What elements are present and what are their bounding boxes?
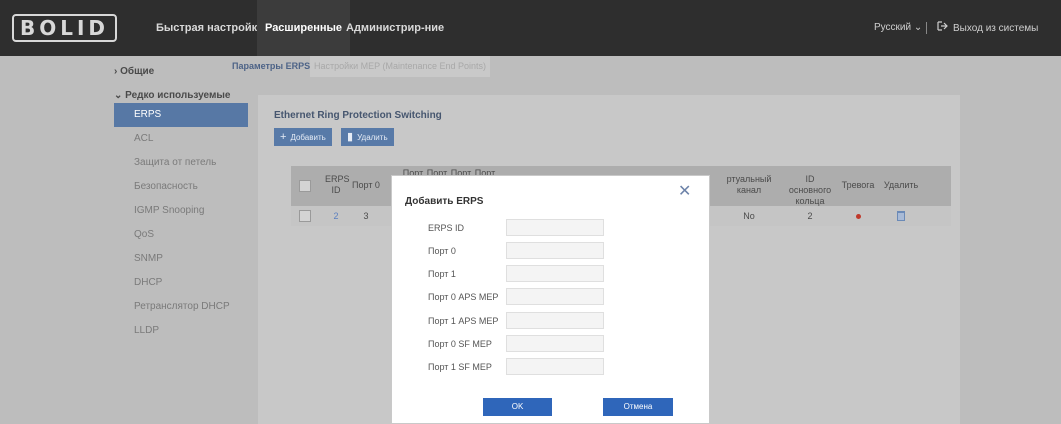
port1-field[interactable] <box>506 265 604 282</box>
port1-aps-mep-field[interactable] <box>506 312 604 329</box>
sidebar-item-qos[interactable]: QoS <box>114 223 252 247</box>
col-delete: Удалить <box>883 180 919 190</box>
sidebar-item-erps[interactable]: ERPS <box>114 103 252 127</box>
sidebar-group-general[interactable]: › Общие <box>114 66 154 77</box>
erps-id-link[interactable]: 2 <box>325 211 347 222</box>
port0-aps-mep-field[interactable] <box>506 288 604 305</box>
chevron-right-icon: › <box>114 66 118 77</box>
port1-aps-mep-label: Порт 1 APS MEP <box>428 316 499 326</box>
delete-button[interactable]: ▮ Удалить <box>341 128 394 146</box>
cell-virtual-channel: No <box>743 211 755 221</box>
col-main-ring-id: ID основного кольца <box>788 174 832 206</box>
sidebar: › Общие ⌄ Редко используемые ERPS ACL За… <box>106 56 252 424</box>
nav-advanced[interactable]: Расширенные <box>257 0 350 56</box>
port0-sf-mep-field[interactable] <box>506 335 604 352</box>
sidebar-item-acl[interactable]: ACL <box>114 127 252 151</box>
col-virtual-channel: ртуальный канал <box>726 174 772 195</box>
logout-icon <box>937 0 948 56</box>
sidebar-group-rarely-used[interactable]: ⌄ Редко используемые <box>114 90 230 101</box>
port1-sf-mep-label: Порт 1 SF MEP <box>428 362 492 372</box>
port0-label: Порт 0 <box>428 246 456 256</box>
tab-mep-settings[interactable]: Настройки MEP (Maintenance End Points) <box>310 56 491 77</box>
tab-erps-params[interactable]: Параметры ERPS <box>228 56 314 77</box>
brand-logo: BOLID <box>12 14 118 42</box>
select-all-checkbox[interactable] <box>299 180 311 192</box>
sidebar-item-snmp[interactable]: SNMP <box>114 247 252 271</box>
cell-port0: 3 <box>363 211 369 221</box>
add-erps-dialog: Добавить ERPS ✕ ERPS ID Порт 0 Порт 1 По… <box>391 175 710 424</box>
col-erps-id: ERPS ID <box>325 174 350 195</box>
col-port0: Порт 0 <box>352 180 380 190</box>
trash-icon[interactable] <box>897 211 905 221</box>
cancel-button[interactable]: Отмена <box>603 398 673 416</box>
chevron-down-icon: ⌄ <box>913 22 923 33</box>
add-button[interactable]: + Добавить <box>274 128 332 146</box>
top-bar: BOLID Быстрая настройка Расширенные Адми… <box>0 0 1061 56</box>
logout-label: Выход из системы <box>953 23 1039 34</box>
chevron-down-icon: ⌄ <box>114 90 123 101</box>
port1-sf-mep-field[interactable] <box>506 358 604 375</box>
language-selector[interactable]: Русский ⌄ <box>874 0 922 56</box>
alarm-indicator-icon <box>856 214 861 219</box>
ok-button[interactable]: OK <box>483 398 552 416</box>
sidebar-item-loop-protection[interactable]: Защита от петель <box>114 151 252 175</box>
language-label: Русский <box>874 22 912 33</box>
add-button-label: Добавить <box>290 133 326 142</box>
section-title: Ethernet Ring Protection Switching <box>274 110 442 121</box>
nav-administration[interactable]: Администрир-ние <box>338 0 452 56</box>
logout-button[interactable]: Выход из системы <box>937 0 1038 57</box>
sidebar-item-dhcp[interactable]: DHCP <box>114 271 252 295</box>
sidebar-item-security[interactable]: Безопасность <box>114 175 252 199</box>
erps-id-field[interactable] <box>506 219 604 236</box>
sidebar-group-label: Общие <box>120 66 155 77</box>
cell-main-ring-id: 2 <box>807 211 813 221</box>
sidebar-item-lldp[interactable]: LLDP <box>114 319 252 343</box>
port0-sf-mep-label: Порт 0 SF MEP <box>428 339 492 349</box>
col-alarm: Тревога <box>841 180 875 190</box>
sidebar-item-dhcp-relay[interactable]: Ретранслятор DHCP <box>114 295 252 319</box>
tab-bar: Параметры ERPS Настройки MEP (Maintenanc… <box>232 56 960 77</box>
port0-field[interactable] <box>506 242 604 259</box>
sidebar-item-igmp-snooping[interactable]: IGMP Snooping <box>114 199 252 223</box>
nav-quick-setup[interactable]: Быстрая настройка <box>148 0 271 56</box>
trash-icon: ▮ <box>347 131 354 143</box>
erps-id-label: ERPS ID <box>428 223 465 233</box>
dialog-title: Добавить ERPS <box>405 196 484 207</box>
row-checkbox[interactable] <box>299 210 311 222</box>
divider <box>926 22 927 34</box>
close-icon[interactable]: ✕ <box>678 184 691 200</box>
plus-icon: + <box>280 131 287 143</box>
sidebar-group-label: Редко используемые <box>125 90 231 101</box>
delete-button-label: Удалить <box>357 133 388 142</box>
port0-aps-mep-label: Порт 0 APS MEP <box>428 292 499 302</box>
port1-label: Порт 1 <box>428 269 456 279</box>
